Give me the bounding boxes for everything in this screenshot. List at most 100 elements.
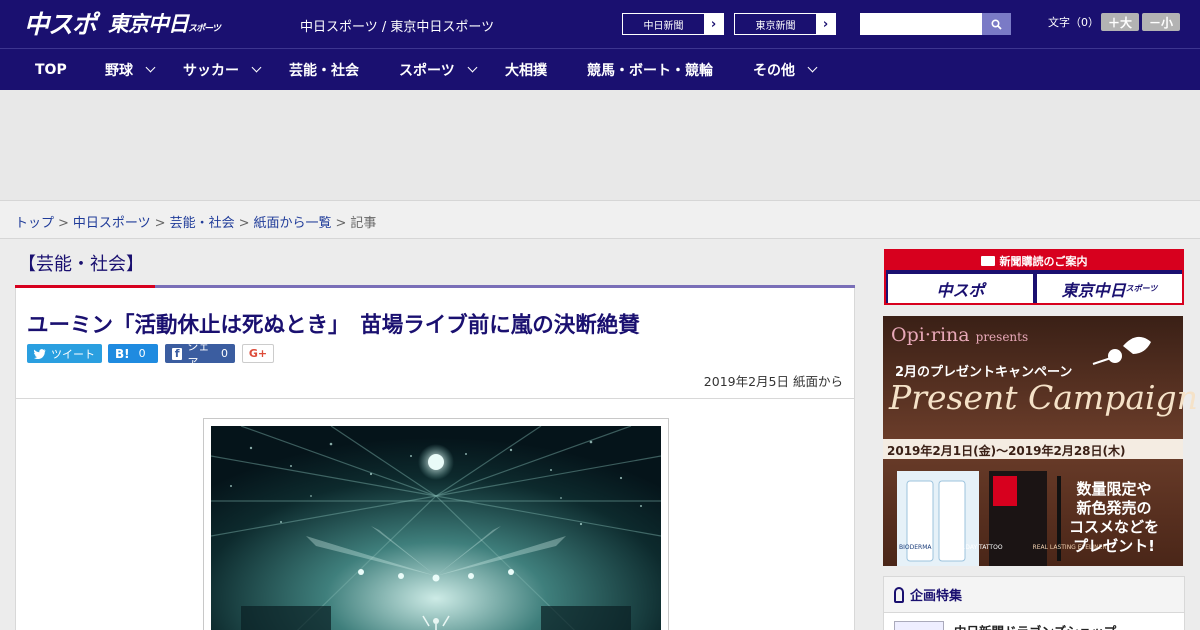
breadcrumb-link-entertainment[interactable]: 芸能・社会 <box>170 216 235 231</box>
nav-label: サッカー <box>183 62 239 79</box>
breadcrumb-separator: > <box>335 216 347 231</box>
subscribe-tokyo-chunichi-button[interactable]: 東京中日 スポーツ <box>1037 274 1182 303</box>
nav-label: スポーツ <box>399 62 455 79</box>
nav-item-other[interactable]: その他 <box>753 49 818 90</box>
campaign-title: Present Campaign <box>889 378 1198 417</box>
search-icon <box>991 18 1002 30</box>
breadcrumb: トップ > 中日スポーツ > 芸能・社会 > 紙面から一覧 > 記事 <box>15 212 376 231</box>
chevron-right-icon: › <box>710 16 717 32</box>
feature-item[interactable]: 中日新聞ドラゴンズショップ <box>894 621 1116 630</box>
nav-item-sumo[interactable]: 大相撲 <box>505 49 547 90</box>
chunichi-shimbun-button[interactable]: 中日新聞 › <box>622 13 724 35</box>
breadcrumb-link-top[interactable]: トップ <box>15 216 54 231</box>
subscribe-tokyo-sub: スポーツ <box>1125 284 1158 293</box>
article-dateline: 2019年2月5日 紙面から <box>703 374 843 389</box>
nav-item-sports[interactable]: スポーツ <box>399 49 478 90</box>
chevron-down-icon <box>807 62 818 73</box>
subscription-banner[interactable]: 新聞購読のご案内 中スポ 東京中日 スポーツ <box>884 249 1184 305</box>
product-tattoo: 1DAY TATTOO <box>961 544 1003 551</box>
product-bioderma: BIODERMA <box>899 544 932 551</box>
search-button[interactable] <box>982 13 1011 35</box>
campaign-brand-suffix: presents <box>975 330 1029 344</box>
campaign-tagline-line: 数量限定や <box>1076 480 1152 498</box>
chevron-down-icon <box>467 62 478 73</box>
font-size-label: 文字（0） <box>1048 16 1099 29</box>
nav-label: 競馬・ボート・競輪 <box>587 62 713 79</box>
site-links[interactable]: 中日スポーツ / 東京中日スポーツ <box>300 16 494 35</box>
breadcrumb-link-chunichi-sports[interactable]: 中日スポーツ <box>73 216 151 231</box>
concert-stage-photo[interactable] <box>211 426 661 630</box>
hatena-bookmark-button[interactable]: B! 0 <box>108 344 158 363</box>
campaign-brand-name: Opi·rina <box>891 324 970 346</box>
newspaper-icon <box>980 255 995 266</box>
nav-item-soccer[interactable]: サッカー <box>183 49 262 90</box>
nav-label: その他 <box>753 62 795 79</box>
chunichi-shimbun-label: 中日新聞 <box>623 14 704 34</box>
breadcrumb-separator: > <box>58 216 69 231</box>
search-input[interactable] <box>860 13 982 35</box>
feature-section: 企画特集 中日新聞ドラゴンズショップ <box>883 576 1185 630</box>
feature-header-label: 企画特集 <box>910 589 963 604</box>
google-plus-button[interactable]: G+ <box>242 344 274 363</box>
breadcrumb-separator: > <box>238 216 250 231</box>
hatena-count: 0 <box>138 347 146 360</box>
feature-item-title: 中日新聞ドラゴンズショップ <box>954 621 1116 630</box>
breadcrumb-current: 記事 <box>350 216 377 231</box>
ad-banner-area <box>0 90 1200 200</box>
nav-item-entertainment[interactable]: 芸能・社会 <box>289 49 359 90</box>
nav-label: TOP <box>35 61 67 78</box>
font-larger-button[interactable]: ＋大 <box>1101 13 1139 31</box>
chevron-down-icon <box>251 62 262 73</box>
article-card: ユーミン「活動休止は死ぬとき」 苗場ライブ前に嵐の決断絶賛 ツイート B! 0 … <box>15 288 855 630</box>
facebook-share-button[interactable]: f シェア 0 <box>165 340 235 369</box>
campaign-ad[interactable]: Opi·rina presents 2月のプレゼントキャンペーン Present… <box>883 316 1198 566</box>
campaign-brand: Opi·rina presents <box>891 324 1028 346</box>
tweet-button[interactable]: ツイート <box>27 344 102 363</box>
tokyo-shimbun-label: 東京新聞 <box>735 14 816 34</box>
category-heading: 【芸能・社会】 <box>18 254 144 275</box>
facebook-icon: f <box>172 347 183 360</box>
logo-tokyo-main: 東京中日 <box>108 12 189 36</box>
nav-label: 大相撲 <box>505 62 547 79</box>
hatena-bookmark-icon: B! <box>115 346 130 361</box>
logo-chuspo[interactable]: 中スポ <box>24 5 97 41</box>
font-smaller-button[interactable]: －小 <box>1142 13 1180 31</box>
breadcrumb-bar: トップ > 中日スポーツ > 芸能・社会 > 紙面から一覧 > 記事 <box>0 200 1200 239</box>
nav-item-racing[interactable]: 競馬・ボート・競輪 <box>587 49 713 90</box>
article-photo-frame <box>203 418 669 630</box>
facebook-count: 0 <box>221 347 228 360</box>
chevron-down-icon <box>145 62 156 73</box>
breadcrumb-link-paper-list[interactable]: 紙面から一覧 <box>254 216 332 231</box>
subscribe-tokyo-label: 東京中日 <box>1061 280 1126 300</box>
article-divider <box>16 398 854 399</box>
campaign-tagline-line: コスメなどを <box>1069 518 1160 536</box>
nav-item-top[interactable]: TOP <box>35 49 67 90</box>
subscription-header-label: 新聞購読のご案内 <box>999 254 1088 268</box>
breadcrumb-separator: > <box>154 216 166 231</box>
ribbon-icon <box>894 586 904 603</box>
tweet-label: ツイート <box>51 347 95 361</box>
chevron-right-icon: › <box>822 16 829 32</box>
page-root: 中スポ 東京中日スポーツ 中日スポーツ / 東京中日スポーツ 中日新聞 › 東京… <box>0 0 1200 630</box>
main-nav: TOP 野球 サッカー 芸能・社会 スポーツ 大相撲 競馬・ボート・競輪 その他 <box>0 48 1200 90</box>
tokyo-shimbun-button[interactable]: 東京新聞 › <box>734 13 836 35</box>
campaign-tagline-line: プレゼント! <box>1073 537 1155 555</box>
facebook-share-label: シェア <box>187 339 210 369</box>
subscribe-chuspo-button[interactable]: 中スポ <box>888 274 1033 303</box>
logo-tokyo-chunichi[interactable]: 東京中日スポーツ <box>108 8 221 38</box>
campaign-tagline: 数量限定や 新色発売の コスメなどを プレゼント! <box>1069 480 1159 556</box>
article-headline: ユーミン「活動休止は死ぬとき」 苗場ライブ前に嵐の決断絶賛 <box>27 313 640 338</box>
campaign-period: 2019年2月1日(金)〜2019年2月28日(木) <box>887 444 1126 458</box>
feature-header: 企画特集 <box>884 577 1184 613</box>
site-logo[interactable]: 中スポ 東京中日スポーツ <box>24 5 221 41</box>
campaign-tagline-line: 新色発売の <box>1076 499 1152 517</box>
twitter-icon <box>34 348 46 359</box>
nav-label: 芸能・社会 <box>289 62 359 79</box>
logo-tokyo-sub: スポーツ <box>188 24 221 34</box>
nav-label: 野球 <box>105 62 133 79</box>
feature-thumbnail <box>894 621 944 630</box>
google-plus-icon: G+ <box>248 347 268 360</box>
top-header: 中スポ 東京中日スポーツ 中日スポーツ / 東京中日スポーツ 中日新聞 › 東京… <box>0 0 1200 48</box>
subscription-header: 新聞購読のご案内 <box>886 251 1182 270</box>
nav-item-baseball[interactable]: 野球 <box>105 49 156 90</box>
